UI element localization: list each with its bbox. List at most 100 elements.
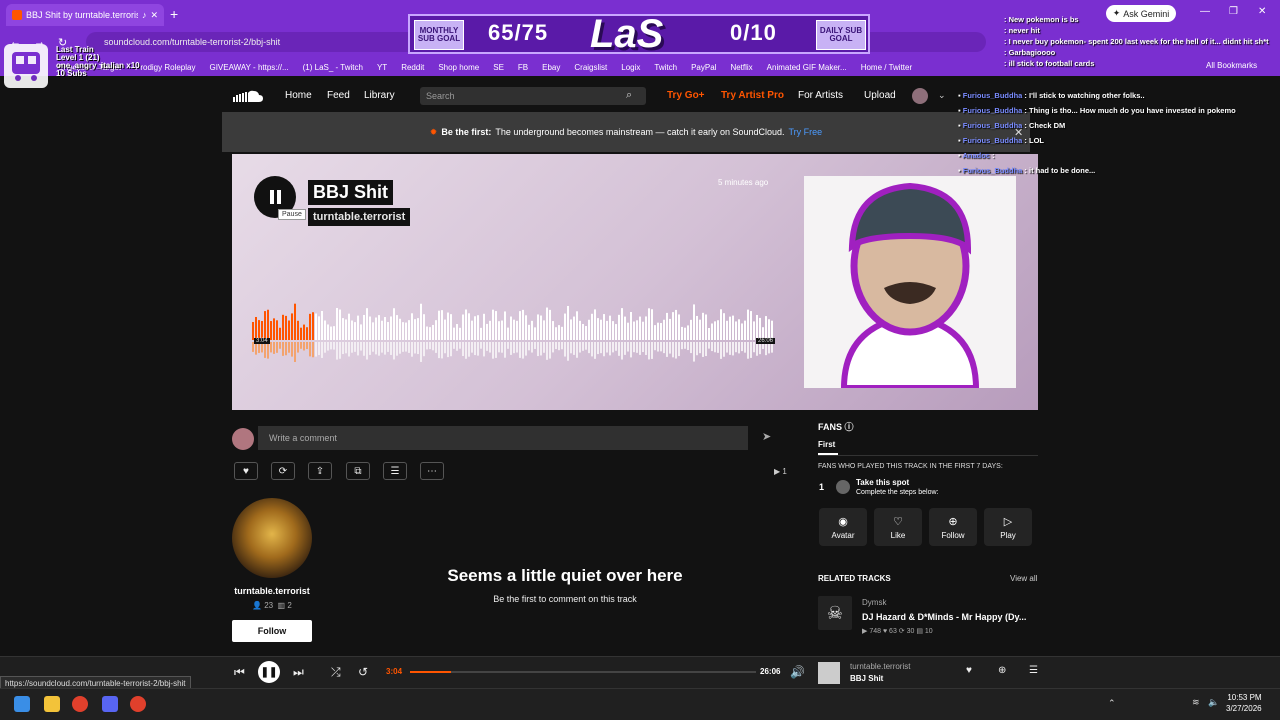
bookmark-item[interactable]: Prodigy Roleplay xyxy=(135,63,195,72)
more-button[interactable]: ⋯ xyxy=(420,462,444,480)
step-like-button[interactable]: ♡ Like xyxy=(874,508,922,546)
waveform-reflection-bar xyxy=(606,342,608,353)
speaker-icon[interactable]: 🔈 xyxy=(1208,697,1219,708)
waveform-bar xyxy=(459,327,461,340)
shuffle-icon[interactable]: ⤮ xyxy=(331,665,341,680)
add-to-playlist-button[interactable]: ☰ xyxy=(383,462,407,480)
waveform-reflection-bar xyxy=(540,342,542,356)
bookmark-item[interactable]: Animated GIF Maker... xyxy=(767,63,847,72)
nav-library[interactable]: Library xyxy=(364,90,395,101)
uploader-name[interactable]: turntable.terrorist xyxy=(232,586,312,596)
waveform-reflection-bar xyxy=(675,342,677,359)
try-artist-pro-link[interactable]: Try Artist Pro xyxy=(721,90,784,101)
comment-input[interactable]: Write a comment xyxy=(258,426,748,450)
for-artists-link[interactable]: For Artists xyxy=(798,90,843,101)
player-artwork[interactable] xyxy=(818,662,840,684)
tab-close-icon[interactable]: ✕ xyxy=(150,10,158,21)
file-explorer-icon[interactable] xyxy=(44,696,60,712)
search-input[interactable]: Search xyxy=(420,87,646,105)
windows-start-icon[interactable] xyxy=(14,696,30,712)
bookmark-item[interactable]: Netflix xyxy=(730,63,752,72)
player-follow-icon[interactable]: ⊕ xyxy=(998,665,1006,676)
like-button[interactable]: ♥ xyxy=(234,462,258,480)
waveform-bar xyxy=(564,313,566,340)
bookmark-item[interactable]: Home / Twitter xyxy=(861,63,912,72)
bookmark-item[interactable]: YT xyxy=(377,63,387,72)
bookmark-item[interactable]: PayPal xyxy=(691,63,716,72)
browser-tab[interactable]: BBJ Shit by turntable.terrorist ♪ ✕ xyxy=(6,4,164,26)
info-icon[interactable]: ⓘ xyxy=(845,422,854,432)
bookmark-item[interactable]: Ebay xyxy=(542,63,560,72)
waveform-reflection-bar xyxy=(696,342,698,356)
bookmark-item[interactable]: SE xyxy=(493,63,504,72)
next-icon[interactable]: ⏭ xyxy=(293,665,304,680)
send-icon[interactable]: ➤ xyxy=(762,430,771,443)
waveform-reflection-bar xyxy=(612,342,614,353)
nav-feed[interactable]: Feed xyxy=(327,90,350,101)
step-avatar-button[interactable]: ◉ Avatar xyxy=(819,508,867,546)
chevron-down-icon[interactable]: ⌄ xyxy=(938,90,946,101)
repeat-icon[interactable]: ↺ xyxy=(358,665,368,679)
waveform-bar xyxy=(744,320,746,340)
previous-icon[interactable]: ⏮ xyxy=(234,665,245,680)
player-pause-button[interactable]: ❚❚ xyxy=(258,661,280,683)
clock[interactable]: 10:53 PM 3/27/2026 xyxy=(1226,692,1262,714)
waveform-bar xyxy=(498,321,500,340)
view-all-link[interactable]: View all xyxy=(1010,574,1037,583)
player-like-icon[interactable]: ♥ xyxy=(966,665,972,676)
follow-button[interactable]: Follow xyxy=(232,620,312,642)
empty-comments-title: Seems a little quiet over here xyxy=(447,566,683,585)
player-title[interactable]: BBJ Shit xyxy=(850,674,883,683)
bookmark-item[interactable]: FB xyxy=(518,63,528,72)
player-artist[interactable]: turntable.terrorist xyxy=(850,662,910,671)
uploader-avatar[interactable] xyxy=(232,498,312,578)
progress-track[interactable] xyxy=(410,671,756,673)
volume-icon[interactable]: 🔊 xyxy=(790,665,805,679)
step-play-button[interactable]: ▷ Play xyxy=(984,508,1032,546)
bookmark-item[interactable]: Craigslist xyxy=(574,63,607,72)
repost-button[interactable]: ⟳ xyxy=(271,462,295,480)
waveform-bar xyxy=(630,311,632,340)
upload-link[interactable]: Upload xyxy=(864,90,896,101)
search-icon[interactable]: ⌕ xyxy=(626,89,632,102)
chrome-active-icon[interactable] xyxy=(130,696,146,712)
track-artist-link[interactable]: turntable.terrorist xyxy=(308,208,411,226)
bookmark-item[interactable]: Shop home xyxy=(438,63,479,72)
waveform-bar xyxy=(369,316,371,340)
bookmark-item[interactable]: Reddit xyxy=(401,63,424,72)
bookmark-item[interactable]: Logix xyxy=(621,63,640,72)
track-artwork[interactable] xyxy=(804,176,1016,388)
try-go-plus-link[interactable]: Try Go+ xyxy=(667,90,705,101)
waveform-bar xyxy=(426,326,428,340)
bookmark-item[interactable]: Twitch xyxy=(654,63,677,72)
step-follow-button[interactable]: ⊕ Follow xyxy=(929,508,977,546)
tab-first[interactable]: First xyxy=(818,440,835,449)
waveform-bar xyxy=(615,324,617,340)
tray-chevron-icon[interactable]: ⌃ xyxy=(1108,698,1116,709)
waveform-bar xyxy=(447,312,449,340)
waveform-bar xyxy=(327,324,329,340)
add-user-icon: ⊕ xyxy=(948,515,958,528)
copy-link-button[interactable]: ⧉ xyxy=(346,462,370,480)
related-thumb[interactable]: ☠ xyxy=(818,596,852,630)
waveform-reflection-bar xyxy=(756,342,758,356)
heart-outline-icon: ♡ xyxy=(893,515,903,528)
related-title[interactable]: DJ Hazard & D*Minds - Mr Happy (Dy... xyxy=(862,612,1026,622)
waveform-reflection-bar xyxy=(627,342,629,352)
chrome-icon[interactable] xyxy=(72,696,88,712)
chat-text: I'll stick to watching other folks.. xyxy=(1029,91,1145,100)
soundcloud-logo-icon[interactable] xyxy=(232,88,264,104)
nav-home[interactable]: Home xyxy=(285,90,312,101)
queue-icon[interactable]: ☰ xyxy=(1029,665,1038,676)
discord-icon[interactable] xyxy=(102,696,118,712)
waveform[interactable] xyxy=(252,300,776,366)
share-button[interactable]: ⇪ xyxy=(308,462,332,480)
related-artist[interactable]: Dymsk xyxy=(862,598,886,607)
try-free-link[interactable]: Try Free xyxy=(789,127,823,137)
user-avatar[interactable] xyxy=(912,88,928,104)
wifi-icon[interactable]: ≋ xyxy=(1192,697,1200,708)
bookmark-item[interactable]: (1) LaS_ - Twitch xyxy=(303,63,363,72)
new-tab-plus-icon[interactable]: + xyxy=(170,6,178,22)
tab-audio-icon[interactable]: ♪ xyxy=(142,10,147,20)
bookmark-item[interactable]: GIVEAWAY - https://... xyxy=(209,63,288,72)
